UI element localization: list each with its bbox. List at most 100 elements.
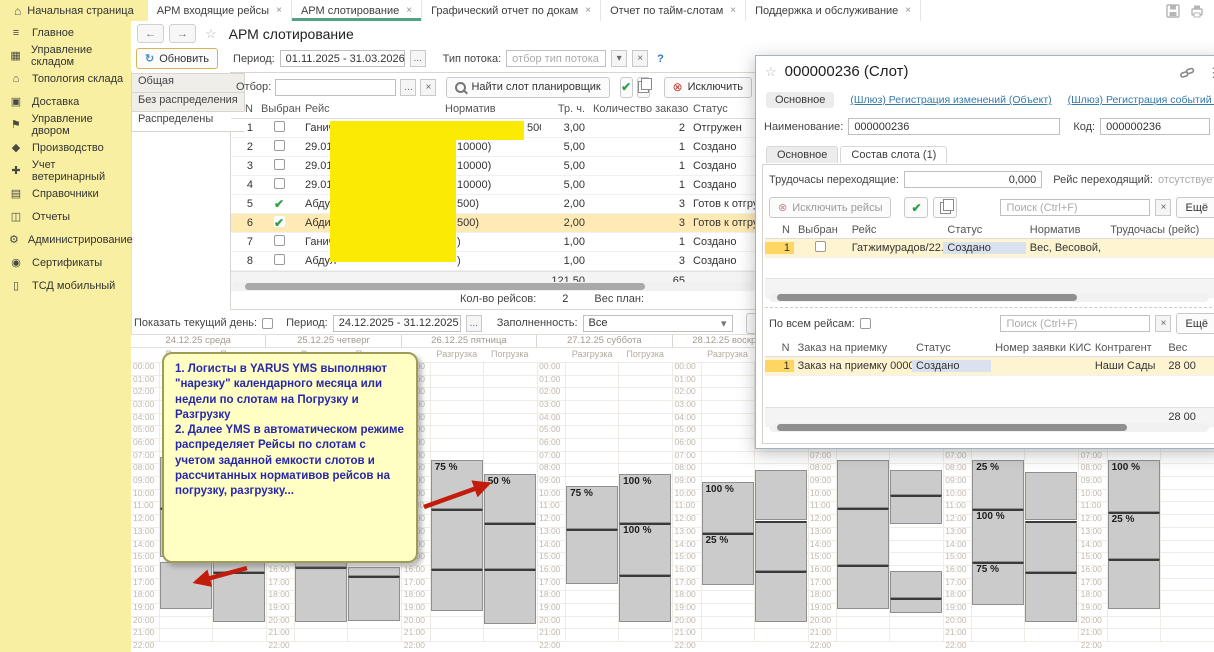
row-checkbox[interactable] — [274, 235, 285, 246]
tab-close-icon[interactable]: × — [905, 5, 911, 16]
calendar-period-picker-button[interactable]: ... — [466, 315, 482, 332]
slot-orders-hscrollbar[interactable] — [769, 423, 1209, 432]
sidebar-item[interactable]: ◫Отчеты — [0, 205, 131, 228]
flow-type-select[interactable]: отбор тип потока — [506, 50, 606, 67]
sidebar-item[interactable]: ▦Управление складом — [0, 44, 131, 67]
slot-block[interactable] — [1025, 521, 1077, 573]
filter-picker-button[interactable]: ... — [400, 79, 416, 96]
tab-close-icon[interactable]: × — [730, 5, 736, 16]
link-icon[interactable] — [1180, 66, 1195, 80]
slot-block[interactable] — [837, 508, 889, 565]
slot-block[interactable] — [213, 572, 265, 621]
save-icon[interactable] — [1166, 4, 1180, 18]
filter-clear-button[interactable]: × — [420, 79, 436, 96]
view-tab[interactable]: Без распределения — [131, 92, 245, 113]
exclude-button[interactable]: ⊗Исключить — [664, 77, 752, 98]
slot-block[interactable] — [484, 523, 536, 569]
table-row[interactable]: 1Заказ на приемку 0000...СозданоНаши Сад… — [765, 357, 1214, 376]
tab-close-icon[interactable]: × — [406, 5, 412, 16]
row-checkbox[interactable] — [815, 241, 826, 252]
slot-block[interactable] — [755, 571, 807, 622]
row-checkbox[interactable]: ✔ — [274, 197, 285, 208]
exclude-trips-button[interactable]: ⊗Исключить рейсы — [769, 197, 891, 218]
tab-home[interactable]: ⌂ Начальная страница — [0, 0, 148, 21]
sidebar-item[interactable]: ≡Главное — [0, 21, 131, 44]
favorite-star-icon[interactable]: ☆ — [205, 26, 217, 42]
row-checkbox[interactable]: ✔ — [274, 216, 285, 227]
orders-search-clear-button[interactable]: × — [1155, 315, 1171, 332]
slot-trips-hscrollbar[interactable] — [769, 293, 1209, 302]
slot-block[interactable] — [566, 529, 618, 584]
refresh-button[interactable]: ↻Обновить — [136, 48, 218, 69]
row-checkbox[interactable] — [274, 121, 285, 132]
tab-close-icon[interactable]: × — [585, 5, 591, 16]
view-tab[interactable]: Распределены — [131, 111, 245, 132]
orders-more-button[interactable]: Ещё — [1176, 313, 1214, 334]
slots-search-clear-button[interactable]: × — [1155, 199, 1171, 216]
row-checkbox[interactable] — [274, 178, 285, 189]
orders-search-input[interactable]: Поиск (Ctrl+F) — [1000, 315, 1150, 332]
back-button[interactable]: ← — [137, 24, 164, 43]
slot-block[interactable] — [1025, 572, 1077, 621]
slot-block[interactable] — [890, 571, 942, 598]
table-row[interactable]: 1Гатжимурадов/22...СозданоВес, Весовой, — [765, 239, 1214, 258]
sidebar-item[interactable]: ◆Производство — [0, 136, 131, 159]
slot-block[interactable] — [890, 598, 942, 613]
row-checkbox[interactable] — [274, 254, 285, 265]
check-all-button[interactable]: ✔ — [620, 77, 633, 98]
forward-button[interactable]: → — [169, 24, 196, 43]
slot-block[interactable] — [348, 576, 400, 620]
code-input[interactable]: 000000236 — [1100, 118, 1210, 135]
row-checkbox[interactable] — [274, 159, 285, 170]
dialog-nav-main[interactable]: Основное — [766, 92, 834, 108]
sidebar-item[interactable]: ▯ТСД мобильный — [0, 274, 131, 297]
name-input[interactable]: 000000236 — [848, 118, 1060, 135]
all-trips-checkbox[interactable] — [860, 318, 871, 329]
app-tab[interactable]: Графический отчет по докам× — [422, 0, 601, 21]
fill-select[interactable]: Все▾ — [583, 315, 733, 332]
dialog-nav-link-changes[interactable]: (Шлюз) Регистрация изменений (Объект) — [850, 94, 1051, 106]
slot-block[interactable] — [484, 569, 536, 625]
dialog-tab-slots[interactable]: Состав слота (1) — [840, 146, 947, 163]
period-input[interactable]: 01.11.2025 - 31.03.2026 — [280, 50, 405, 67]
app-tab[interactable]: АРМ входящие рейсы× — [148, 0, 292, 21]
sidebar-item[interactable]: ▤Справочники — [0, 182, 131, 205]
sidebar-item[interactable]: ⌂Топология склада — [0, 67, 131, 90]
view-tab[interactable]: Общая — [131, 73, 245, 94]
filter-input[interactable] — [275, 79, 396, 96]
copy-button[interactable] — [637, 77, 650, 98]
more-menu-icon[interactable]: ⋮ — [1207, 65, 1214, 81]
slot-block[interactable] — [890, 495, 942, 524]
slot-block[interactable] — [1025, 472, 1077, 520]
slot-block[interactable] — [755, 521, 807, 572]
app-tab[interactable]: Поддержка и обслуживание× — [746, 0, 921, 21]
calendar-period-input[interactable]: 24.12.2025 - 31.12.2025 — [333, 315, 461, 332]
slot-block[interactable] — [160, 562, 212, 609]
dialog-nav-link-events[interactable]: (Шлюз) Регистрация событий (Объект) — [1068, 94, 1214, 106]
find-slot-button[interactable]: Найти слот планировщик — [446, 77, 609, 98]
app-tab[interactable]: Отчет по тайм-слотам× — [601, 0, 746, 21]
slot-block[interactable] — [348, 567, 400, 576]
flow-type-clear-button[interactable]: × — [632, 50, 648, 67]
help-link[interactable]: ? — [657, 53, 664, 65]
sidebar-item[interactable]: ⚙Администрирование — [0, 228, 131, 251]
check-all-button[interactable]: ✔ — [904, 197, 928, 218]
slot-block[interactable] — [890, 470, 942, 495]
carryover-hours-input[interactable]: 0,000 — [904, 171, 1042, 188]
slot-block[interactable] — [837, 460, 889, 508]
slot-block[interactable] — [1108, 559, 1160, 610]
flow-type-dropdown-icon[interactable]: ▾ — [611, 50, 627, 67]
copy-button[interactable] — [933, 197, 957, 218]
sidebar-item[interactable]: ⚑Управление двором — [0, 113, 131, 136]
slots-more-button[interactable]: Ещё — [1176, 197, 1214, 218]
sidebar-item[interactable]: ✚Учет ветеринарный — [0, 159, 131, 182]
period-picker-button[interactable]: ... — [410, 50, 426, 67]
dialog-tab-main[interactable]: Основное — [766, 146, 838, 163]
slot-block[interactable] — [295, 567, 347, 622]
tab-close-icon[interactable]: × — [276, 5, 282, 16]
slot-block[interactable] — [431, 509, 483, 569]
dialog-favorite-star-icon[interactable]: ☆ — [765, 64, 777, 80]
row-checkbox[interactable] — [274, 140, 285, 151]
app-tab[interactable]: АРМ слотирование× — [292, 0, 422, 21]
sidebar-item[interactable]: ◉Сертификаты — [0, 251, 131, 274]
